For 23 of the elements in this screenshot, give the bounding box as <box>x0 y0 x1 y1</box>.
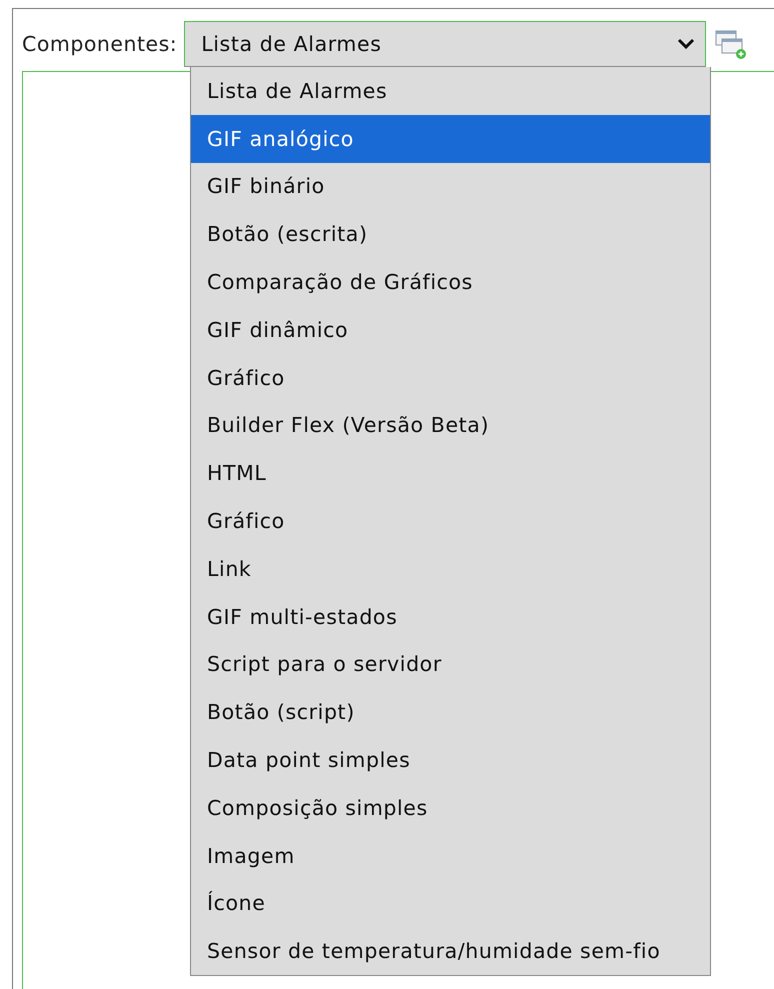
dropdown-option[interactable]: Comparação de Gráficos <box>191 258 710 306</box>
component-dropdown[interactable]: Lista de Alarmes <box>184 21 706 67</box>
dropdown-option[interactable]: Gráfico <box>191 354 710 402</box>
dropdown-option[interactable]: Botão (escrita) <box>191 210 710 258</box>
dropdown-option[interactable]: Gráfico <box>191 497 710 545</box>
dropdown-option[interactable]: GIF multi-estados <box>191 592 710 641</box>
dropdown-option[interactable]: GIF dinâmico <box>191 306 710 354</box>
dropdown-option[interactable]: Composição simples <box>191 784 710 832</box>
dropdown-option[interactable]: Script para o servidor <box>191 640 710 688</box>
dropdown-option[interactable]: Builder Flex (Versão Beta) <box>191 402 710 450</box>
dropdown-option[interactable]: Link <box>191 544 710 593</box>
field-label: Componentes: <box>22 32 178 56</box>
dropdown-option[interactable]: Data point simples <box>191 736 710 784</box>
chevron-down-icon <box>677 38 696 50</box>
dropdown-option[interactable]: GIF binário <box>191 162 710 210</box>
dropdown-option[interactable]: Imagem <box>191 832 710 880</box>
dropdown-option[interactable]: GIF analógico <box>191 114 710 163</box>
selected-value: Lista de Alarmes <box>201 32 382 56</box>
dropdown-option[interactable]: Ícone <box>191 880 710 928</box>
dropdown-option[interactable]: Sensor de temperatura/humidade sem-fio <box>191 927 710 976</box>
dropdown-option[interactable]: Botão (script) <box>191 688 710 736</box>
dropdown-option[interactable]: HTML <box>191 449 710 498</box>
dropdown-option[interactable]: Lista de Alarmes <box>191 67 710 115</box>
